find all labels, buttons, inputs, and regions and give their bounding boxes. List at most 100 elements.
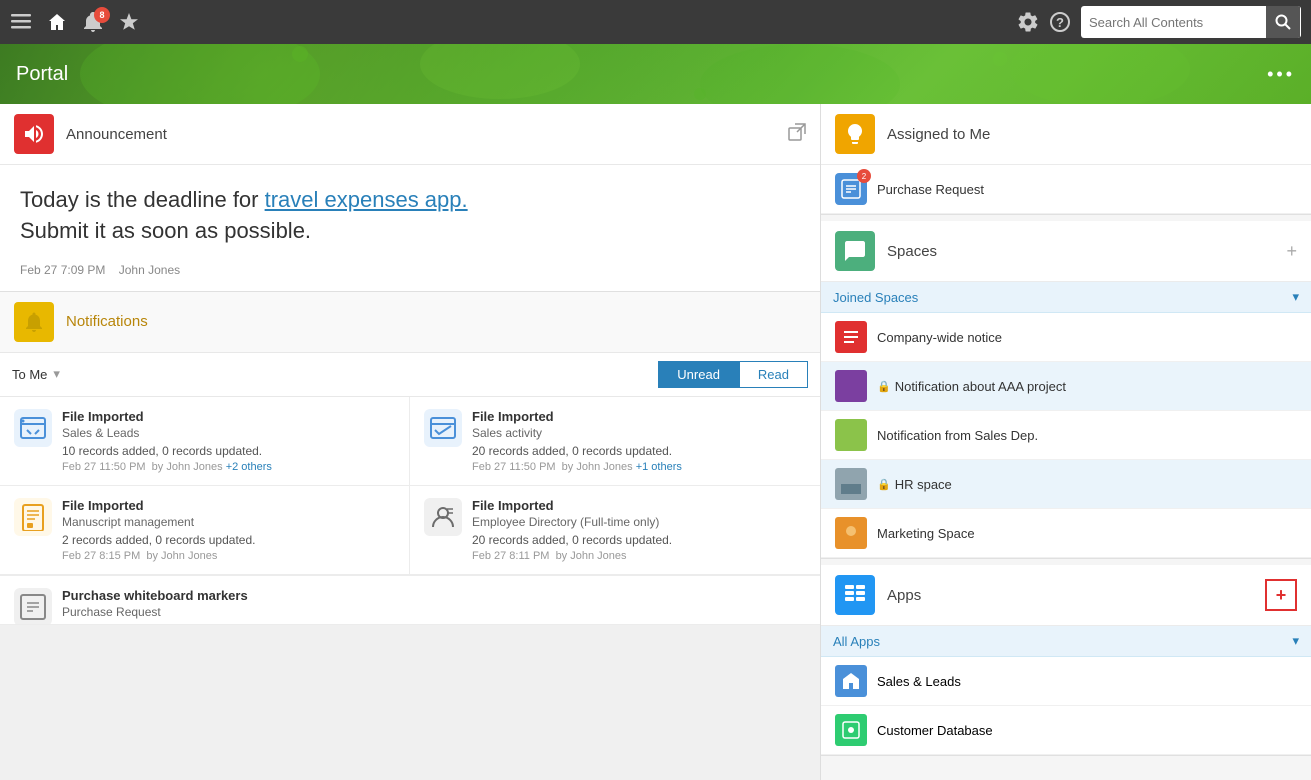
- search-box: [1081, 6, 1301, 38]
- notif-app-icon: [14, 498, 52, 536]
- purchase-request-label: Purchase Request: [877, 182, 984, 197]
- spaces-title: Spaces: [887, 243, 1286, 260]
- notif-item-meta: Feb 27 11:50 PM by John Jones +2 others: [62, 461, 395, 473]
- home-icon[interactable]: [46, 11, 68, 33]
- announcement-body: Today is the deadline for travel expense…: [0, 165, 820, 291]
- notif-item-detail: 10 records added, 0 records updated.: [62, 444, 395, 458]
- notif-item-title: Purchase whiteboard markers: [62, 588, 806, 603]
- left-panel: Announcement Today is the deadline for t…: [0, 104, 821, 780]
- space-thumb: [835, 517, 867, 549]
- notif-app-icon: [14, 588, 52, 625]
- unread-filter-button[interactable]: Unread: [658, 361, 739, 388]
- top-nav: 8 ?: [0, 0, 1311, 44]
- svg-text:?: ?: [1056, 15, 1064, 30]
- all-apps-dropdown[interactable]: All Apps ▾: [821, 626, 1311, 657]
- spaces-dropdown[interactable]: Joined Spaces ▾: [821, 282, 1311, 313]
- portal-title: Portal: [16, 63, 68, 86]
- space-item[interactable]: 🔒 HR space: [821, 460, 1311, 509]
- notif-item-title: File Imported: [62, 498, 395, 513]
- announcement-author: John Jones: [119, 263, 180, 277]
- notif-item-title: File Imported: [472, 409, 806, 424]
- announcement-line1: Today is the deadline for: [20, 187, 265, 212]
- filter-buttons: Unread Read: [658, 361, 808, 388]
- lock-icon: 🔒: [877, 380, 891, 393]
- notification-badge: 8: [94, 7, 110, 23]
- notif-item-sub: Purchase Request: [62, 605, 806, 619]
- notif-more: +2 others: [226, 461, 272, 473]
- notif-more: +1 others: [636, 461, 682, 473]
- notif-app-icon: [424, 498, 462, 536]
- external-link-icon[interactable]: [788, 123, 806, 146]
- spaces-header: Spaces +: [821, 221, 1311, 282]
- notif-content: File Imported Sales & Leads 10 records a…: [62, 409, 395, 473]
- app-item[interactable]: Sales & Leads: [821, 657, 1311, 706]
- purchase-request-icon: 2: [835, 173, 867, 205]
- announcement-header: Announcement: [0, 104, 820, 165]
- notification-item[interactable]: File Imported Manuscript management 2 re…: [0, 486, 410, 575]
- menu-icon[interactable]: [10, 11, 32, 33]
- notif-item-sub: Manuscript management: [62, 515, 395, 529]
- app-item[interactable]: Customer Database: [821, 706, 1311, 755]
- notification-item[interactable]: File Imported Sales & Leads 10 records a…: [0, 397, 410, 486]
- space-item[interactable]: Notification from Sales Dep.: [821, 411, 1311, 460]
- space-item-label: HR space: [895, 477, 952, 492]
- space-item-label: Marketing Space: [877, 526, 975, 541]
- space-item-label: Notification from Sales Dep.: [877, 428, 1038, 443]
- purchase-request-badge: 2: [857, 169, 871, 183]
- search-input[interactable]: [1081, 10, 1266, 35]
- announcement-line2: Submit it as soon as possible.: [20, 218, 311, 243]
- notifications-icon[interactable]: 8: [82, 11, 104, 33]
- notification-item-bottom[interactable]: Purchase whiteboard markers Purchase Req…: [0, 575, 820, 625]
- notif-item-title: File Imported: [472, 498, 806, 513]
- space-item[interactable]: Company-wide notice: [821, 313, 1311, 362]
- spaces-dropdown-label: Joined Spaces: [833, 290, 1292, 305]
- notif-content: File Imported Sales activity 20 records …: [472, 409, 806, 473]
- announcement-meta: Feb 27 7:09 PM John Jones: [20, 263, 800, 277]
- purchase-request-item[interactable]: 2 Purchase Request: [821, 165, 1311, 214]
- apps-widget: Apps + All Apps ▾ Sales & Leads Custom: [821, 565, 1311, 756]
- spaces-dropdown-chevron-icon: ▾: [1292, 289, 1299, 305]
- notif-content: File Imported Manuscript management 2 re…: [62, 498, 395, 562]
- apps-icon: [835, 575, 875, 615]
- notif-item-meta: Feb 27 8:15 PM by John Jones: [62, 550, 395, 562]
- filter-left[interactable]: To Me ▾: [12, 366, 658, 382]
- announcement-link[interactable]: travel expenses app.: [265, 187, 468, 212]
- assigned-to-me-widget: Assigned to Me 2 Purchase Request: [821, 104, 1311, 215]
- space-item[interactable]: 🔒 Notification about AAA project: [821, 362, 1311, 411]
- notif-content: Purchase whiteboard markers Purchase Req…: [62, 588, 806, 612]
- settings-icon[interactable]: [1017, 11, 1039, 33]
- filter-label: To Me: [12, 367, 47, 382]
- app-label: Customer Database: [877, 723, 993, 738]
- spaces-add-icon[interactable]: +: [1286, 241, 1297, 262]
- notif-item-meta: Feb 27 8:11 PM by John Jones: [472, 550, 806, 562]
- notification-item[interactable]: File Imported Employee Directory (Full-t…: [410, 486, 820, 575]
- announcement-card: Announcement Today is the deadline for t…: [0, 104, 820, 292]
- portal-more-button[interactable]: •••: [1267, 64, 1295, 85]
- notif-item-sub: Sales activity: [472, 426, 806, 440]
- lock-icon: 🔒: [877, 478, 891, 491]
- space-thumb: [835, 468, 867, 500]
- nav-right: ?: [1017, 6, 1301, 38]
- notif-item-sub: Sales & Leads: [62, 426, 395, 440]
- space-thumb: [835, 370, 867, 402]
- main-layout: Announcement Today is the deadline for t…: [0, 104, 1311, 780]
- notifications-card: Notifications To Me ▾ Unread Read: [0, 292, 820, 625]
- announcement-date: Feb 27 7:09 PM: [20, 263, 105, 277]
- space-thumb: [835, 321, 867, 353]
- favorites-icon[interactable]: [118, 11, 140, 33]
- notif-app-icon: [14, 409, 52, 447]
- app-thumb: [835, 714, 867, 746]
- read-filter-button[interactable]: Read: [739, 361, 808, 388]
- notifications-filter: To Me ▾ Unread Read: [0, 353, 820, 397]
- notification-item[interactable]: File Imported Sales activity 20 records …: [410, 397, 820, 486]
- notif-content: File Imported Employee Directory (Full-t…: [472, 498, 806, 562]
- assigned-to-me-title: Assigned to Me: [887, 126, 1297, 143]
- search-button[interactable]: [1266, 6, 1300, 38]
- notifications-header: Notifications: [0, 292, 820, 353]
- apps-add-button[interactable]: +: [1265, 579, 1297, 611]
- help-icon[interactable]: ?: [1049, 11, 1071, 33]
- space-item[interactable]: Marketing Space: [821, 509, 1311, 558]
- notif-item-sub: Employee Directory (Full-time only): [472, 515, 806, 529]
- notif-item-detail: 2 records added, 0 records updated.: [62, 533, 395, 547]
- apps-add-icon: +: [1276, 585, 1287, 606]
